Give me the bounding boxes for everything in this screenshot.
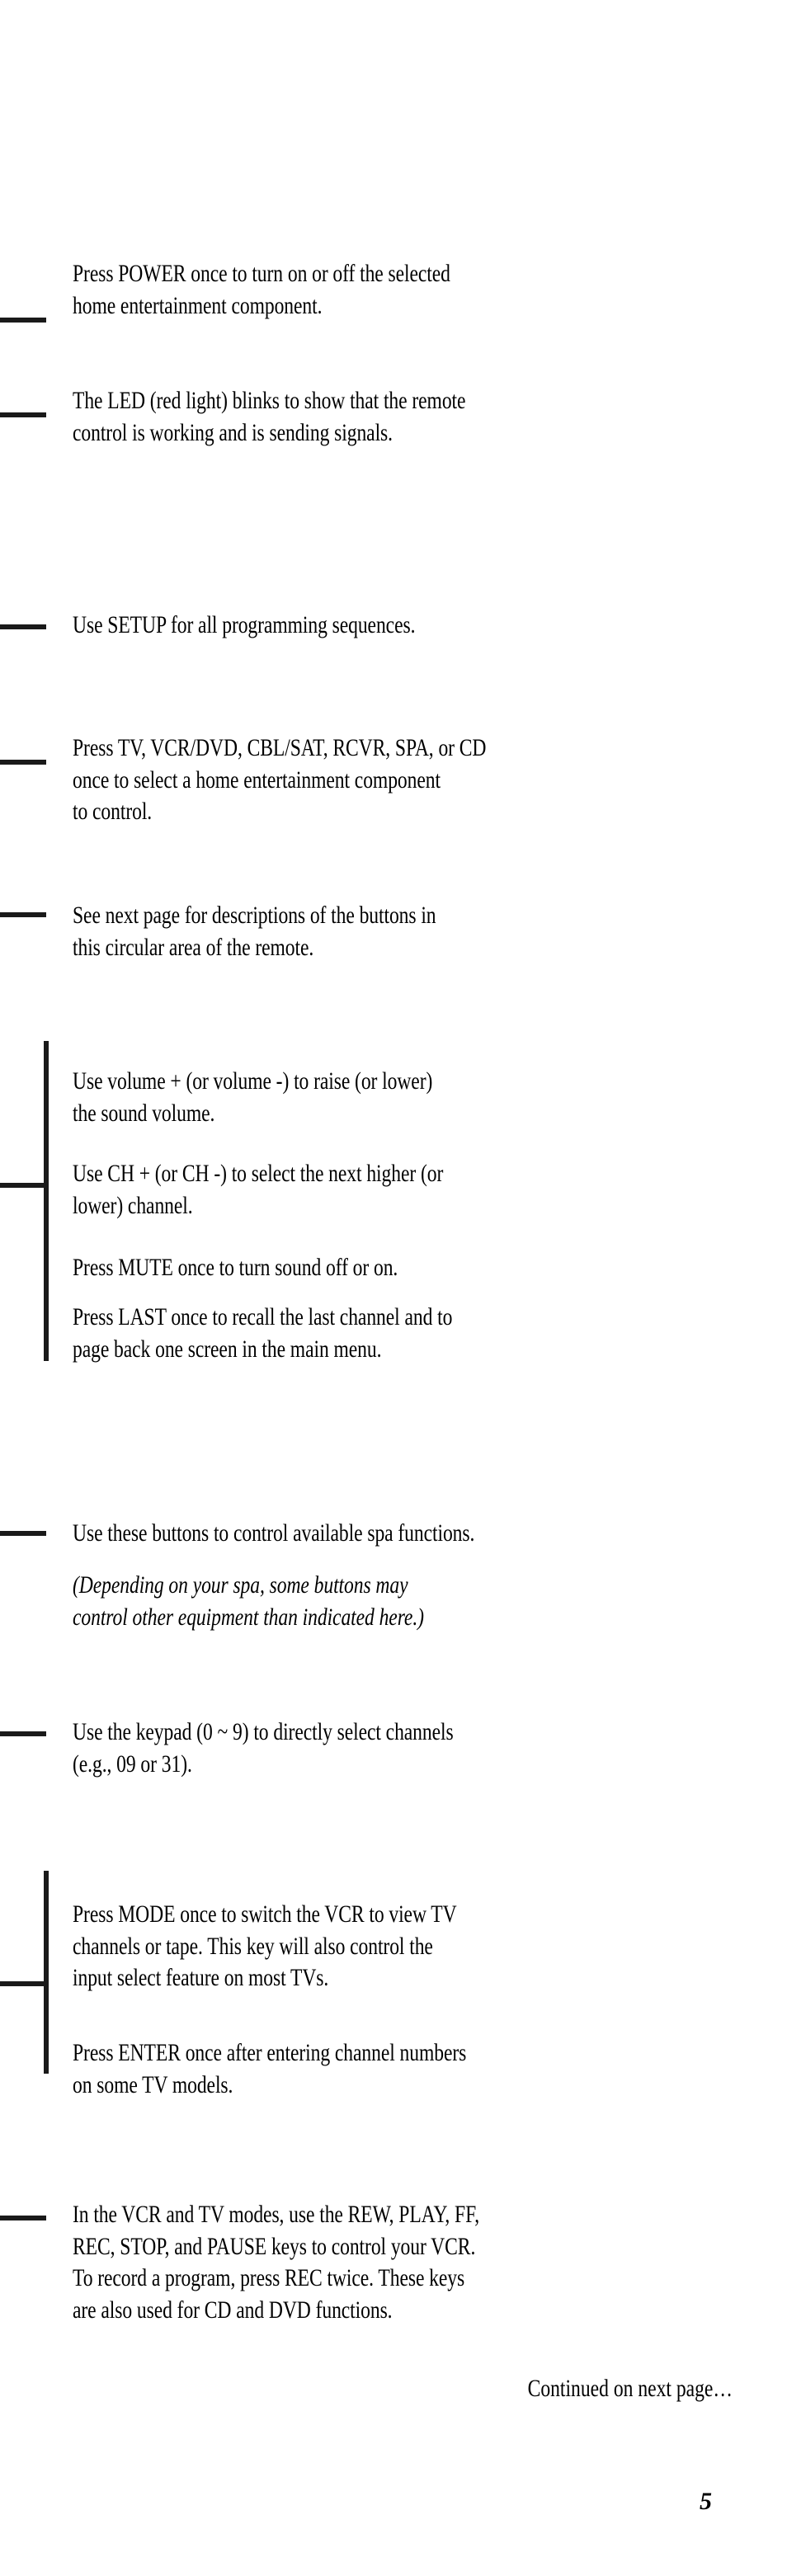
callout-text-mute: Press MUTE once to turn sound off or on. <box>73 1255 398 1281</box>
callout-dash-transport <box>0 2216 46 2220</box>
callout-text-mode: Press MODE once to switch the VCR to vie… <box>73 1901 457 1991</box>
page-number: 5 <box>700 2488 712 2515</box>
callout-text-circular-area: See next page for descriptions of the bu… <box>73 902 436 961</box>
callout-text-power: Press POWER once to turn on or off the s… <box>73 261 450 319</box>
callout-bracket-lower-stub <box>0 1981 46 1986</box>
callout-dash-spa-functions <box>0 1531 46 1536</box>
callout-text-setup: Use SETUP for all programming sequences. <box>73 612 416 638</box>
callout-text-led: The LED (red light) blinks to show that … <box>73 388 466 446</box>
callout-text-spa-functions: Use these buttons to control available s… <box>73 1520 475 1547</box>
callout-bracket-lower <box>44 1871 49 2074</box>
callout-text-spa-note: (Depending on your spa, some buttons may… <box>73 1572 424 1631</box>
callout-text-keypad: Use the keypad (0 ~ 9) to directly selec… <box>73 1719 454 1778</box>
callout-dash-setup <box>0 624 46 629</box>
manual-page: Press POWER once to turn on or off the s… <box>0 0 787 2576</box>
callout-dash-circular-area <box>0 912 46 917</box>
callout-bracket-upper-stub <box>0 1183 46 1188</box>
callout-dash-component-select <box>0 760 46 765</box>
callout-text-transport: In the VCR and TV modes, use the REW, PL… <box>73 2202 480 2324</box>
callout-dash-power <box>0 318 46 323</box>
callout-text-component-select: Press TV, VCR/DVD, CBL/SAT, RCVR, SPA, o… <box>73 735 487 825</box>
callout-bracket-upper <box>44 1041 49 1361</box>
callout-text-last: Press LAST once to recall the last chann… <box>73 1304 453 1363</box>
callout-dash-keypad <box>0 1731 46 1736</box>
callout-text-volume: Use volume + (or volume -) to raise (or … <box>73 1068 433 1127</box>
callout-dash-led <box>0 412 46 417</box>
continued-on-next-page: Continued on next page… <box>527 2376 733 2402</box>
callout-text-enter: Press ENTER once after entering channel … <box>73 2040 467 2098</box>
callout-text-channel: Use CH + (or CH -) to select the next hi… <box>73 1161 444 1219</box>
